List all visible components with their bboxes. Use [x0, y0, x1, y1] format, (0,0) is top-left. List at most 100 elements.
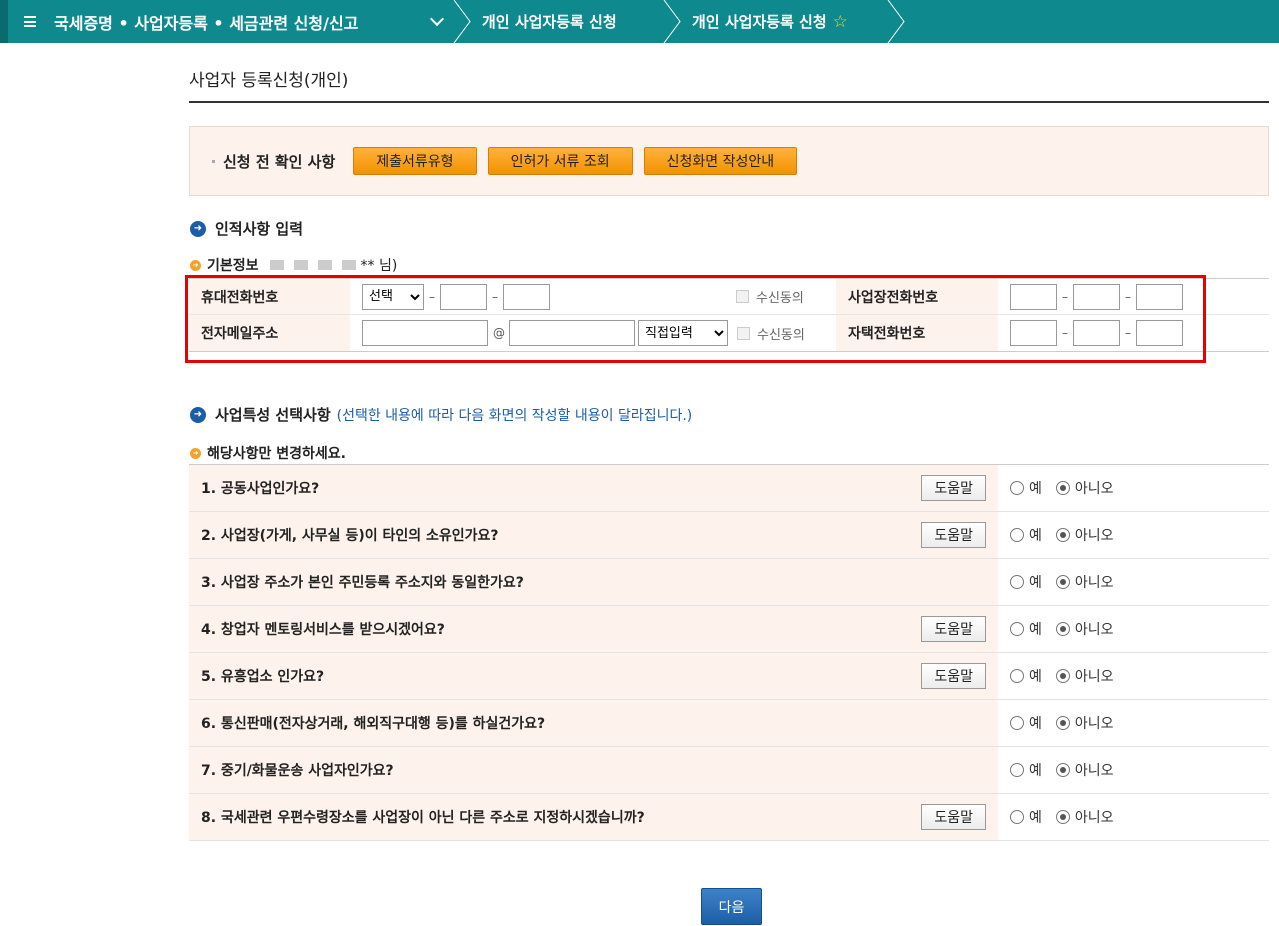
chevron-down-icon [429, 11, 445, 27]
email-label: 전자메일주소 [189, 315, 350, 351]
no-label: 아니오 [1074, 481, 1114, 497]
masked-block [341, 260, 356, 270]
breadcrumb-item-1[interactable]: 개인 사업자등록 신청 [453, 0, 664, 43]
home-phone-middle-input[interactable] [1073, 320, 1120, 346]
page-title: 사업자 등록신청(개인) [189, 71, 349, 91]
document-types-button[interactable]: 제출서류유형 [353, 147, 477, 175]
no-option[interactable]: 아니오 [1055, 760, 1114, 780]
question-text: 8. 국세관련 우편수령장소를 사업장이 아닌 다른 주소로 지정하시겠습니까?… [189, 794, 998, 840]
business-phone-middle-input[interactable] [1073, 283, 1120, 310]
dash-separator: – [429, 289, 435, 304]
no-option[interactable]: 아니오 [1055, 807, 1114, 827]
business-phone-last-input[interactable] [1136, 283, 1183, 310]
question-label: 6. 통신판매(전자상거래, 해외직구대행 등)를 하실건가요? [201, 716, 546, 732]
no-option[interactable]: 아니오 [1055, 478, 1114, 498]
yes-label: 예 [1029, 622, 1042, 638]
masked-name-suffix: ** 님) [360, 258, 398, 274]
consent-label: 수신동의 [756, 291, 804, 306]
main-menu-dropdown[interactable]: 국세증명 • 사업자등록 • 세금관련 신청/신고 [8, 0, 454, 43]
help-button[interactable]: 도움말 [921, 522, 986, 548]
yes-radio[interactable] [1010, 810, 1024, 824]
no-radio[interactable] [1055, 575, 1070, 589]
bullet-icon [212, 159, 215, 163]
table-row: 1. 공동사업인가요? 도움말 예 아니오 [189, 465, 1269, 512]
no-option[interactable]: 아니오 [1055, 713, 1114, 733]
next-button[interactable]: 다음 [701, 888, 762, 925]
mobile-middle-input[interactable] [440, 283, 487, 310]
yes-radio[interactable] [1010, 528, 1024, 542]
no-label: 아니오 [1074, 669, 1114, 685]
mobile-last-input[interactable] [503, 283, 550, 310]
yes-option[interactable]: 예 [1010, 525, 1042, 545]
yes-radio[interactable] [1010, 481, 1024, 495]
permit-document-lookup-button[interactable]: 인허가 서류 조회 [487, 147, 633, 175]
yes-radio[interactable] [1010, 763, 1024, 777]
consent-label: 수신동의 [757, 327, 805, 343]
no-option[interactable]: 아니오 [1055, 572, 1114, 592]
no-radio[interactable] [1055, 622, 1070, 636]
table-row: 8. 국세관련 우편수령장소를 사업장이 아닌 다른 주소로 지정하시겠습니까?… [189, 794, 1269, 841]
yes-label: 예 [1029, 716, 1042, 732]
email-consent-checkbox[interactable] [737, 326, 750, 340]
no-option[interactable]: 아니오 [1055, 619, 1114, 639]
mobile-prefix-select[interactable]: 선택 [362, 283, 424, 310]
yes-option[interactable]: 예 [1010, 619, 1042, 639]
no-option[interactable]: 아니오 [1055, 525, 1114, 545]
business-characteristics-note: (선택한 내용에 따라 다음 화면의 작성할 내용이 달라집니다.) [336, 407, 693, 424]
yes-option[interactable]: 예 [1010, 572, 1042, 592]
no-radio[interactable] [1055, 810, 1070, 824]
mobile-consent[interactable]: 수신동의 [736, 287, 804, 306]
answer-cell: 예 아니오 [998, 794, 1128, 840]
question-label: 7. 중기/화물운송 사업자인가요? [201, 763, 394, 779]
table-row: 4. 창업자 멘토링서비스를 받으시겠어요? 도움말 예 아니오 [189, 606, 1269, 653]
top-nav-bar: 국세증명 • 사업자등록 • 세금관련 신청/신고 개인 사업자등록 신청 개인… [0, 0, 1279, 43]
masked-name: ** 님) [265, 255, 398, 275]
personal-info-title: 인적사항 입력 [215, 220, 304, 238]
no-radio[interactable] [1055, 763, 1070, 777]
email-consent[interactable]: 수신동의 [737, 324, 805, 343]
business-phone-area-input[interactable] [1010, 283, 1057, 310]
breadcrumb-item-2[interactable]: 개인 사업자등록 신청 ☆ [663, 0, 905, 43]
no-label: 아니오 [1074, 763, 1114, 779]
question-label: 5. 유흥업소 인가요? [201, 669, 325, 685]
breadcrumb-label-1: 개인 사업자등록 신청 [482, 13, 617, 31]
favorite-star-icon[interactable]: ☆ [833, 12, 848, 32]
yes-option[interactable]: 예 [1010, 807, 1042, 827]
table-row: 7. 중기/화물운송 사업자인가요? 예 아니오 [189, 747, 1269, 794]
no-radio[interactable] [1055, 528, 1070, 542]
yes-label: 예 [1029, 763, 1042, 779]
no-radio[interactable] [1055, 669, 1070, 683]
form-guide-button[interactable]: 신청화면 작성안내 [643, 147, 798, 175]
help-button[interactable]: 도움말 [921, 804, 986, 830]
home-phone-area-input[interactable] [1010, 320, 1057, 346]
home-phone-last-input[interactable] [1136, 320, 1183, 346]
question-text: 1. 공동사업인가요? 도움말 [189, 465, 998, 511]
basic-info-heading: ➜ 기본정보 ** 님) [190, 255, 397, 275]
yes-option[interactable]: 예 [1010, 478, 1042, 498]
table-row: 2. 사업장(가게, 사무실 등)이 타인의 소유인가요? 도움말 예 아니오 [189, 512, 1269, 559]
mobile-consent-checkbox[interactable] [736, 290, 749, 303]
no-radio[interactable] [1055, 716, 1070, 730]
mobile-phone-cell: 선택 – – 수신동의 [350, 279, 836, 314]
yes-radio[interactable] [1010, 716, 1024, 730]
table-row: 휴대전화번호 선택 – – 수신동의 사업장전화번호 – – [189, 279, 1269, 315]
breadcrumb-separator-icon [887, 0, 905, 43]
yes-option[interactable]: 예 [1010, 666, 1042, 686]
no-radio[interactable] [1055, 481, 1070, 495]
yes-option[interactable]: 예 [1010, 760, 1042, 780]
email-id-input[interactable] [362, 320, 488, 346]
help-button[interactable]: 도움말 [921, 616, 986, 642]
yes-option[interactable]: 예 [1010, 713, 1042, 733]
no-option[interactable]: 아니오 [1055, 666, 1114, 686]
email-domain-select[interactable]: 직접입력 [638, 320, 728, 346]
answer-cell: 예 아니오 [998, 559, 1128, 605]
dash-separator: – [1125, 326, 1131, 340]
help-button[interactable]: 도움말 [921, 663, 986, 689]
help-button[interactable]: 도움말 [921, 475, 986, 501]
yes-radio[interactable] [1010, 575, 1024, 589]
email-domain-input[interactable] [509, 320, 635, 346]
yes-radio[interactable] [1010, 622, 1024, 636]
yes-radio[interactable] [1010, 669, 1024, 683]
email-at-sign: @ [493, 326, 505, 340]
no-label: 아니오 [1074, 575, 1114, 591]
